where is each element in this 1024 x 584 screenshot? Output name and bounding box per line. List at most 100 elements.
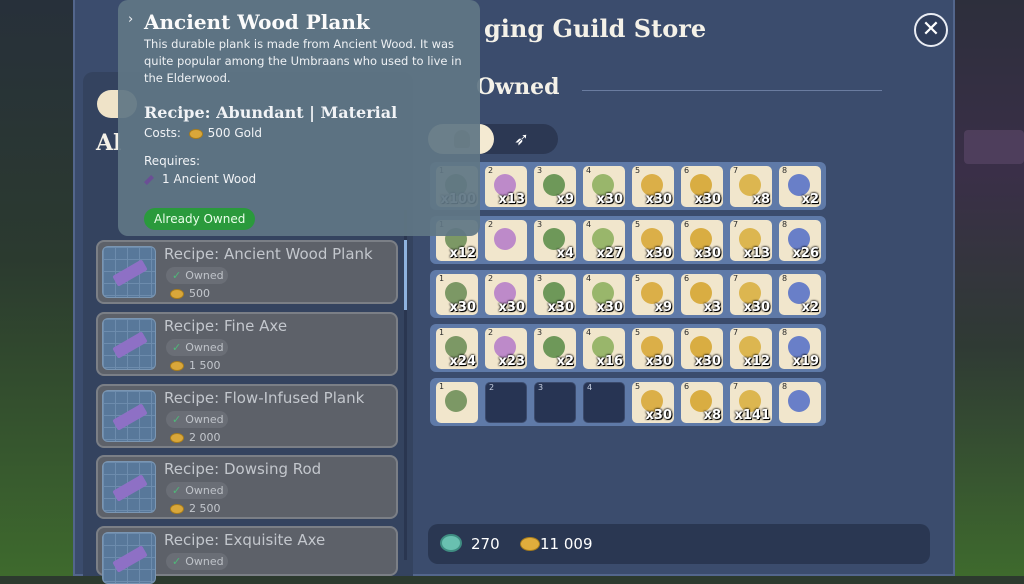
inventory-slot[interactable]: 5 x30	[632, 166, 674, 207]
slot-quantity: x12	[743, 354, 770, 369]
inventory-slot[interactable]: 1 x24	[436, 328, 478, 369]
inventory-slot[interactable]: 7 x13	[730, 220, 772, 261]
slot-index: 7	[733, 274, 739, 283]
slot-quantity: x4	[556, 246, 574, 261]
slot-index: 2	[488, 166, 494, 175]
inventory-slot[interactable]: 6 x8	[681, 382, 723, 423]
inventory-slot[interactable]: 8 x2	[779, 274, 821, 315]
inventory-row: 1 x24 2 x23 3 x2 4 x16 5 x30 6 x30 7 x12 8 x19	[430, 324, 826, 372]
slot-index: 2	[488, 220, 494, 229]
slot-quantity: x30	[694, 354, 721, 369]
slot-index: 4	[586, 328, 592, 337]
inventory-slot[interactable]: 8 x19	[779, 328, 821, 369]
inventory-slot[interactable]: 4 x30	[583, 274, 625, 315]
close-button[interactable]: ✕	[914, 13, 948, 47]
background-right	[954, 0, 1024, 576]
slot-index: 4	[586, 220, 592, 229]
list-scroll-thumb[interactable]	[404, 240, 407, 310]
recipe-thumbnail	[102, 246, 156, 298]
slot-quantity: x13	[743, 246, 770, 261]
inventory-slot[interactable]: 8 x26	[779, 220, 821, 261]
inventory-slot[interactable]: 3 x2	[534, 328, 576, 369]
slot-quantity: x30	[596, 300, 623, 315]
slot-index: 1	[439, 382, 445, 391]
slot-quantity: x30	[694, 192, 721, 207]
check-icon: ✓	[172, 413, 182, 426]
owned-label: Owned	[185, 555, 224, 568]
slot-index: 5	[635, 166, 641, 175]
inventory-slot[interactable]: 6 x30	[681, 328, 723, 369]
item-tooltip: › Ancient Wood Plank This durable plank …	[118, 0, 480, 236]
slot-index: 7	[733, 220, 739, 229]
inventory-slot[interactable]: 5 x30	[632, 220, 674, 261]
inventory-slot[interactable]: 7 x12	[730, 328, 772, 369]
inventory-slot[interactable]: 4 x16	[583, 328, 625, 369]
check-icon: ✓	[172, 269, 182, 282]
slot-quantity: x2	[801, 192, 819, 207]
recipe-list-item[interactable]: Recipe: Fine Axe ✓ Owned 1 500	[96, 312, 398, 376]
slot-index: 8	[782, 166, 788, 175]
inventory-slot[interactable]: 1 x30	[436, 274, 478, 315]
recipe-list-item[interactable]: Recipe: Exquisite Axe ✓ Owned	[96, 526, 398, 584]
currency-bar: 270 11 009	[428, 524, 930, 564]
recipe-list-item[interactable]: Recipe: Ancient Wood Plank ✓ Owned 500	[96, 240, 398, 304]
quill-icon[interactable]: ➶	[514, 129, 529, 150]
inventory-slot[interactable]: 8 x2	[779, 166, 821, 207]
inventory-slot[interactable]: 8	[779, 382, 821, 423]
inventory-row: 1 2 3 4 5 x30 6 x8 7 x141 8	[430, 378, 826, 426]
owned-badge: ✓ Owned	[166, 482, 228, 499]
inventory-slot[interactable]: 6 x30	[681, 220, 723, 261]
gold-coin-icon	[170, 433, 184, 443]
inventory-slot[interactable]: 7 x8	[730, 166, 772, 207]
inventory-slot[interactable]: 3 x9	[534, 166, 576, 207]
slot-index: 1	[439, 328, 445, 337]
slot-index: 2	[489, 383, 495, 392]
slot-index: 3	[538, 383, 544, 392]
slot-index: 3	[537, 166, 543, 175]
chevron-right-icon: ›	[128, 12, 134, 27]
slot-index: 4	[586, 166, 592, 175]
inventory-slot[interactable]: 2	[485, 220, 527, 261]
recipe-list-item[interactable]: Recipe: Dowsing Rod ✓ Owned 2 500	[96, 455, 398, 519]
slot-quantity: x141	[734, 408, 770, 423]
inventory-slot[interactable]: 5 x9	[632, 274, 674, 315]
inventory-slot[interactable]: 7 x30	[730, 274, 772, 315]
owned-label: Owned	[185, 341, 224, 354]
inventory-title: Owned	[476, 74, 560, 100]
inventory-slot[interactable]: 2	[485, 382, 527, 423]
inventory-slot[interactable]: 5 x30	[632, 328, 674, 369]
inventory-slot[interactable]: 4 x27	[583, 220, 625, 261]
recipe-thumbnail	[102, 318, 156, 370]
inventory-slot[interactable]: 5 x30	[632, 382, 674, 423]
inventory-slot[interactable]: 3 x30	[534, 274, 576, 315]
slot-index: 5	[635, 274, 641, 283]
inventory-slot[interactable]: 2 x13	[485, 166, 527, 207]
renown-icon	[440, 534, 462, 552]
slot-index: 6	[684, 382, 690, 391]
inventory-slot[interactable]: 3	[534, 382, 576, 423]
recipe-list-item[interactable]: Recipe: Flow-Infused Plank ✓ Owned 2 000	[96, 384, 398, 448]
inventory-slot[interactable]: 3 x4	[534, 220, 576, 261]
slot-index: 8	[782, 328, 788, 337]
slot-index: 5	[635, 220, 641, 229]
slot-quantity: x30	[694, 246, 721, 261]
background-left	[0, 0, 75, 576]
inventory-slot[interactable]: 2 x30	[485, 274, 527, 315]
inventory-slot[interactable]: 6 x3	[681, 274, 723, 315]
tooltip-cost: Costs: 500 Gold	[144, 126, 468, 140]
slot-index: 6	[684, 166, 690, 175]
price-value: 2 000	[189, 431, 221, 444]
inventory-slot[interactable]: 4	[583, 382, 625, 423]
inventory-slot[interactable]: 4 x30	[583, 166, 625, 207]
inventory-slot[interactable]: 2 x23	[485, 328, 527, 369]
inventory-slot[interactable]: 1	[436, 382, 478, 423]
ancient-wood-icon	[144, 174, 154, 185]
slot-index: 7	[733, 328, 739, 337]
owned-badge: ✓ Owned	[166, 339, 228, 356]
slot-index: 3	[537, 220, 543, 229]
check-icon: ✓	[172, 555, 182, 568]
recipe-price: 2 500	[170, 502, 221, 515]
requires-item-text: 1 Ancient Wood	[162, 172, 257, 186]
inventory-slot[interactable]: 7 x141	[730, 382, 772, 423]
inventory-slot[interactable]: 6 x30	[681, 166, 723, 207]
